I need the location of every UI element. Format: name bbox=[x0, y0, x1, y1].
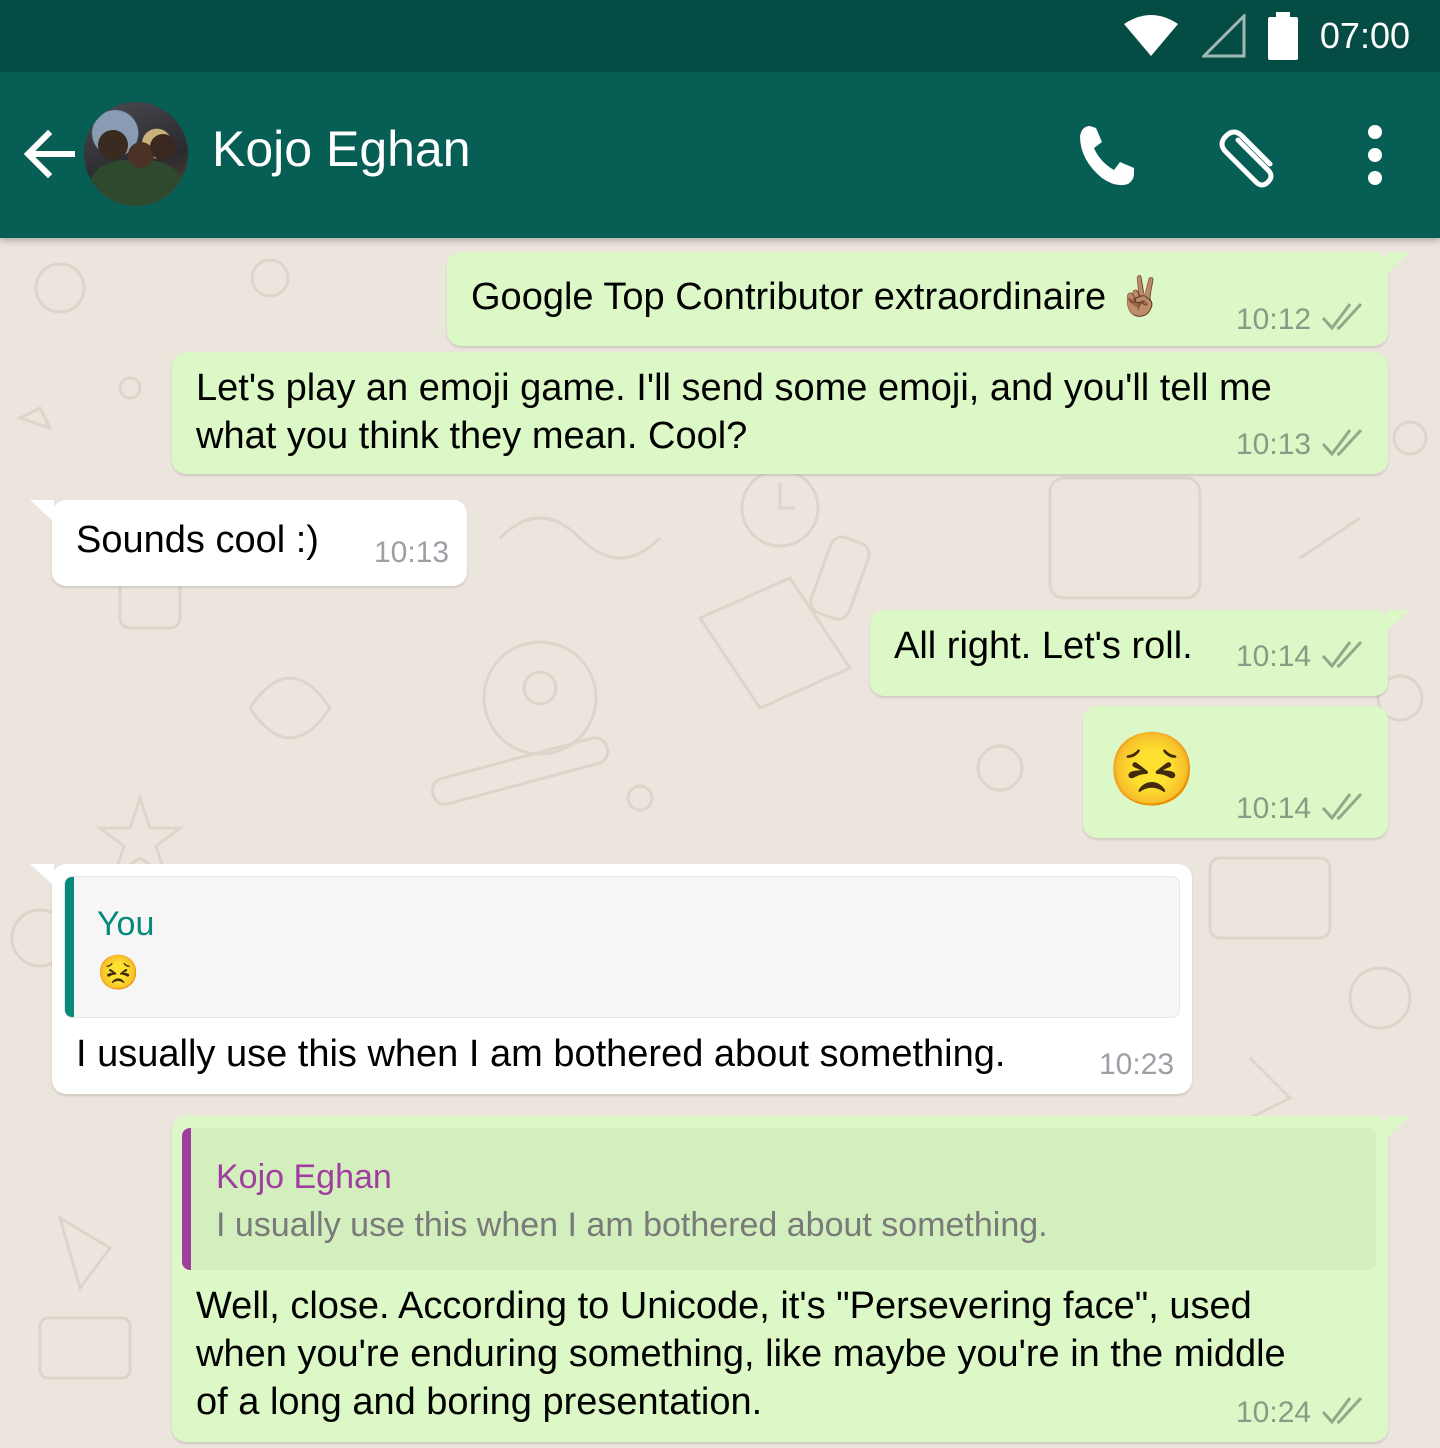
message-incoming[interactable]: Sounds cool :) 10:13 bbox=[30, 500, 467, 586]
signal-icon bbox=[1201, 14, 1246, 58]
contact-avatar[interactable] bbox=[84, 102, 188, 206]
quoted-message[interactable]: You 😣 bbox=[64, 876, 1180, 1018]
more-options-icon[interactable] bbox=[1340, 120, 1410, 190]
message-outgoing-emoji[interactable]: 😣 10:14 bbox=[1083, 706, 1388, 838]
message-outgoing[interactable]: Let's play an emoji game. I'll send some… bbox=[172, 352, 1388, 474]
message-text-line: Well, close. According to Unicode, it's … bbox=[196, 1285, 1252, 1327]
message-text: I usually use this when I am bothered ab… bbox=[76, 1033, 1006, 1075]
quote-text: I usually use this when I am bothered ab… bbox=[216, 1206, 1048, 1244]
bubble-tail bbox=[1386, 252, 1410, 274]
message-time: 10:14 bbox=[1236, 792, 1312, 825]
read-ticks-icon bbox=[1321, 792, 1363, 821]
message-text: Sounds cool :) bbox=[76, 519, 319, 561]
quote-text: 😣 bbox=[97, 954, 140, 992]
message-time: 10:14 bbox=[1236, 640, 1312, 673]
read-ticks-icon bbox=[1321, 1396, 1363, 1425]
chat-header: Kojo Eghan bbox=[0, 72, 1440, 238]
read-ticks-icon bbox=[1321, 640, 1363, 669]
bubble-tail bbox=[30, 864, 54, 886]
message-text-line: of a long and boring presentation. bbox=[196, 1381, 763, 1423]
battery-icon bbox=[1267, 12, 1298, 60]
contact-name[interactable]: Kojo Eghan bbox=[212, 120, 471, 178]
quote-author: You bbox=[97, 905, 155, 943]
wifi-icon bbox=[1123, 15, 1178, 56]
message-incoming-reply[interactable]: You 😣 I usually use this when I am bothe… bbox=[30, 864, 1192, 1094]
message-time: 10:23 bbox=[1099, 1048, 1175, 1081]
status-bar: 07:00 bbox=[0, 0, 1440, 72]
status-time: 07:00 bbox=[1319, 15, 1410, 56]
quote-author: Kojo Eghan bbox=[216, 1158, 392, 1196]
back-arrow-icon[interactable] bbox=[22, 122, 76, 186]
persevering-face-emoji: 😣 bbox=[1107, 730, 1197, 810]
message-text: All right. Let's roll. bbox=[894, 625, 1193, 667]
message-outgoing[interactable]: Google Top Contributor extraordinaire ✌🏽… bbox=[447, 252, 1410, 346]
bubble-tail bbox=[30, 500, 54, 522]
message-outgoing[interactable]: All right. Let's roll. 10:14 bbox=[870, 610, 1410, 696]
message-text-line: Let's play an emoji game. I'll send some… bbox=[196, 367, 1272, 409]
message-time: 10:13 bbox=[374, 536, 450, 569]
bubble-tail bbox=[1386, 610, 1410, 632]
message-text-line: when you're enduring something, like may… bbox=[196, 1333, 1286, 1375]
chat-area[interactable]: Google Top Contributor extraordinaire ✌🏽… bbox=[0, 238, 1440, 1448]
read-ticks-icon bbox=[1321, 302, 1363, 331]
message-text-line: what you think they mean. Cool? bbox=[196, 415, 748, 457]
message-outgoing-reply[interactable]: Kojo Eghan I usually use this when I am … bbox=[172, 1116, 1410, 1442]
message-text: Google Top Contributor extraordinaire ✌🏽 bbox=[471, 276, 1164, 318]
message-time: 10:12 bbox=[1236, 303, 1312, 336]
attach-icon[interactable] bbox=[1216, 120, 1286, 190]
quoted-message[interactable]: Kojo Eghan I usually use this when I am … bbox=[182, 1128, 1376, 1270]
phone-icon[interactable] bbox=[1072, 120, 1142, 190]
message-time: 10:24 bbox=[1236, 1396, 1312, 1429]
bubble-tail bbox=[1386, 1116, 1410, 1138]
read-ticks-icon bbox=[1321, 428, 1363, 457]
message-time: 10:13 bbox=[1236, 428, 1312, 461]
